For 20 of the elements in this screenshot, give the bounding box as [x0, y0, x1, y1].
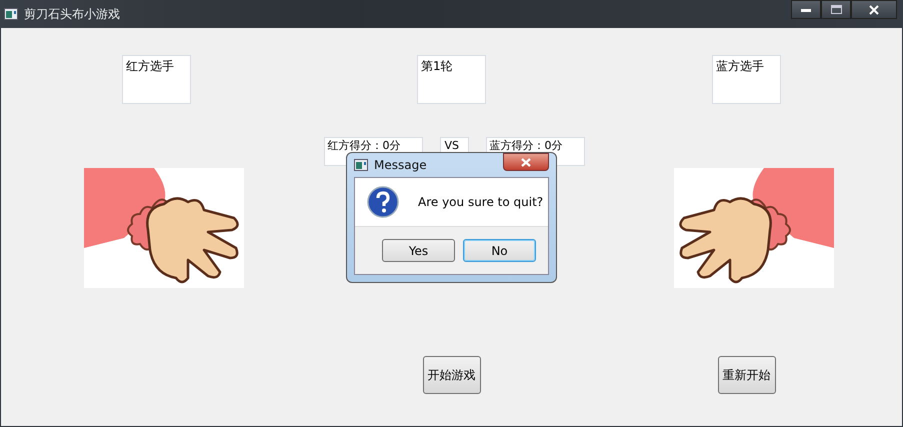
minimize-icon	[801, 8, 811, 12]
question-icon	[367, 186, 399, 218]
app-icon	[4, 8, 18, 20]
action-button[interactable]: 重新开始	[718, 356, 776, 394]
dialog-button[interactable]: No	[463, 239, 536, 262]
close-button[interactable]	[851, 0, 897, 19]
app-icon	[354, 159, 368, 171]
text-label: 红方选手	[122, 55, 191, 104]
close-icon	[521, 158, 531, 166]
maximize-icon	[830, 5, 842, 14]
action-button[interactable]: 开始游戏	[422, 356, 480, 394]
dialog-button[interactable]: Yes	[382, 239, 455, 262]
text-label: 第1轮	[417, 55, 486, 104]
close-icon	[869, 4, 879, 14]
text-label: 蓝方选手	[712, 55, 781, 104]
close-button[interactable]	[503, 153, 549, 171]
dialog-message: Are you sure to quit?	[418, 195, 544, 209]
minimize-button[interactable]	[791, 0, 821, 19]
maximize-button[interactable]	[821, 0, 851, 19]
window-title: 剪刀石头布小游戏	[24, 6, 120, 22]
